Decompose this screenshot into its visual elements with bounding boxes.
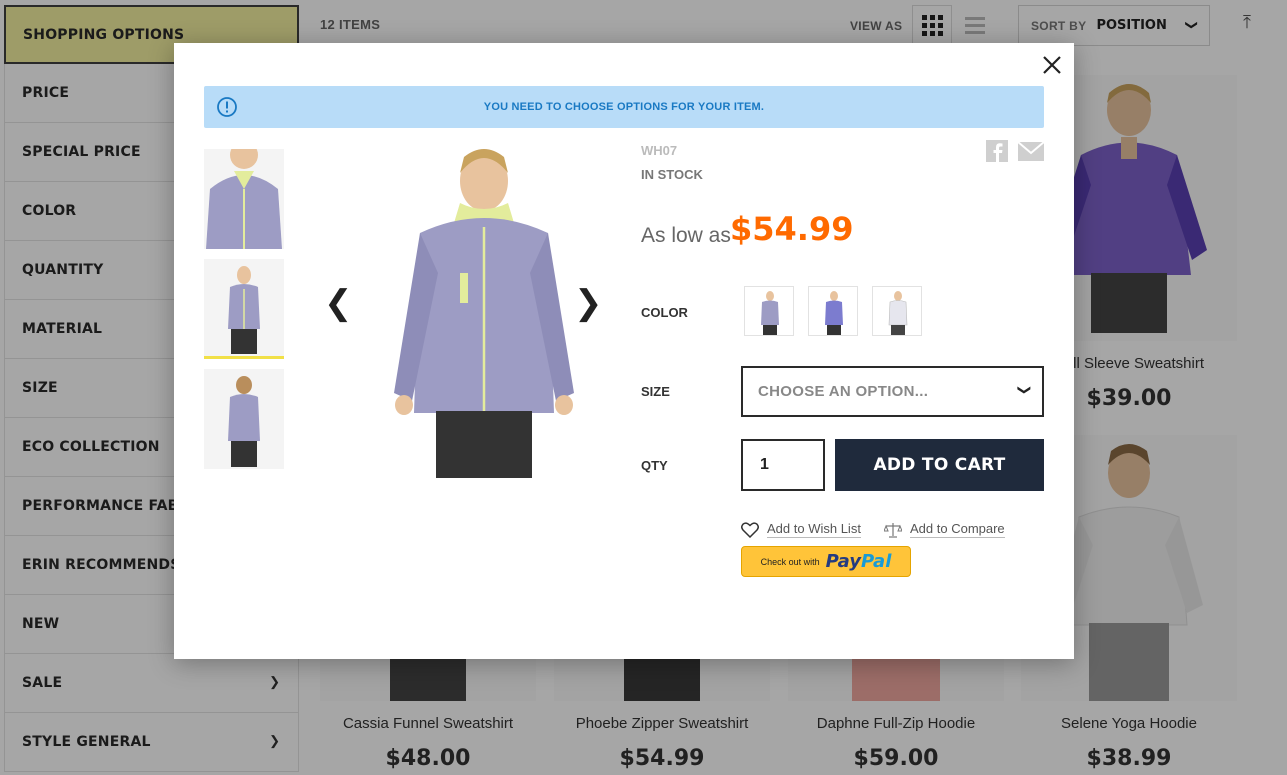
facebook-icon[interactable] (986, 140, 1008, 162)
compare-label: Add to Compare (910, 521, 1005, 538)
compare-scale-icon (884, 522, 902, 538)
add-to-cart-button[interactable]: ADD TO CART (835, 439, 1044, 491)
add-to-wishlist-link[interactable]: Add to Wish List (741, 521, 861, 538)
product-price: $54.99 (730, 210, 854, 248)
paypal-logo: PayPal (826, 551, 892, 572)
close-icon[interactable] (1040, 53, 1064, 77)
notice-text: YOU NEED TO CHOOSE OPTIONS FOR YOUR ITEM… (483, 101, 765, 113)
chevron-down-icon: ❯ (1017, 384, 1033, 396)
size-placeholder: CHOOSE AN OPTION... (758, 383, 929, 400)
stock-status: IN STOCK (641, 167, 703, 182)
options-notice: YOU NEED TO CHOOSE OPTIONS FOR YOUR ITEM… (204, 86, 1044, 128)
wishlist-label: Add to Wish List (767, 521, 861, 538)
product-sku: WH07 (641, 143, 678, 158)
paypal-checkout-button[interactable]: Check out with PayPal (741, 546, 911, 577)
color-swatch-white[interactable] (872, 286, 922, 336)
qty-label: QTY (641, 458, 668, 473)
size-label: SIZE (641, 384, 670, 399)
gallery-thumbnail[interactable] (204, 149, 284, 249)
color-swatch-purple[interactable] (808, 286, 858, 336)
add-to-compare-link[interactable]: Add to Compare (884, 521, 1005, 538)
product-main-image[interactable] (364, 143, 604, 478)
price-prefix: As low as (641, 224, 731, 247)
qty-input[interactable] (741, 439, 825, 491)
color-swatch-gray[interactable] (744, 286, 794, 336)
info-icon (216, 96, 238, 118)
paypal-logo-pay: Pay (825, 551, 862, 572)
gallery-next-arrow[interactable]: ❯ (574, 286, 603, 320)
paypal-logo-pal: Pal (861, 551, 892, 572)
quick-view-modal: YOU NEED TO CHOOSE OPTIONS FOR YOUR ITEM… (174, 43, 1074, 659)
heart-icon (741, 521, 759, 538)
gallery-prev-arrow[interactable]: ❮ (324, 286, 353, 320)
color-label: COLOR (641, 305, 688, 320)
email-icon[interactable] (1017, 141, 1045, 161)
gallery-thumbnail[interactable] (204, 259, 284, 359)
gallery-thumbnail[interactable] (204, 369, 284, 469)
size-select[interactable]: CHOOSE AN OPTION... ❯ (741, 366, 1044, 417)
paypal-caption: Check out with (760, 556, 820, 567)
